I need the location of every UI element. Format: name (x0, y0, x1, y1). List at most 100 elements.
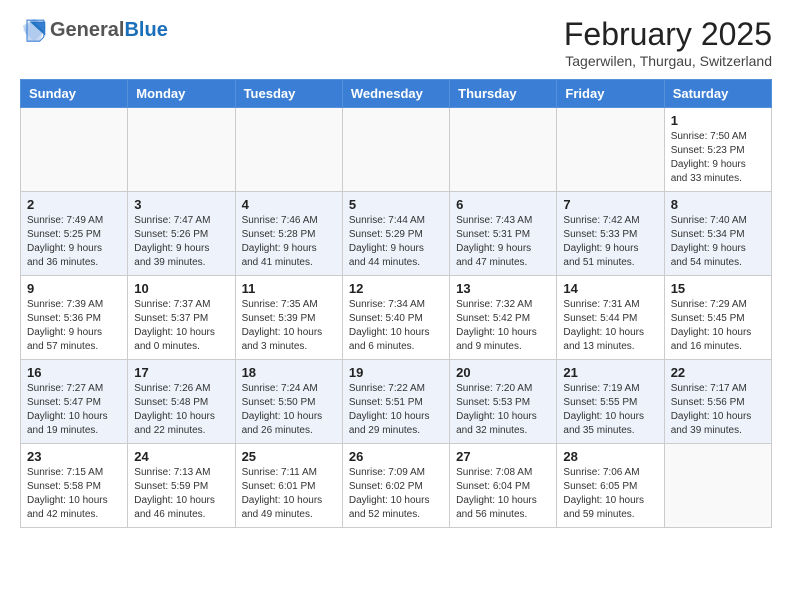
day-info: Sunrise: 7:50 AM Sunset: 5:23 PM Dayligh… (671, 130, 765, 186)
day-info: Sunrise: 7:34 AM Sunset: 5:40 PM Dayligh… (349, 298, 443, 354)
day-info: Sunrise: 7:42 AM Sunset: 5:33 PM Dayligh… (563, 214, 657, 270)
day-number: 6 (456, 197, 550, 212)
calendar-cell (664, 444, 771, 528)
day-number: 8 (671, 197, 765, 212)
calendar-week-4: 16 Sunrise: 7:27 AM Sunset: 5:47 PM Dayli… (21, 360, 772, 444)
day-info: Sunrise: 7:15 AM Sunset: 5:58 PM Dayligh… (27, 466, 121, 522)
day-number: 20 (456, 365, 550, 380)
calendar-cell: 21 Sunrise: 7:19 AM Sunset: 5:55 PM Dayli… (557, 360, 664, 444)
day-number: 25 (242, 449, 336, 464)
calendar-cell: 17Sunrise: 7:26 AM Sunset: 5:48 PM Dayli… (128, 360, 235, 444)
calendar-week-5: 23 Sunrise: 7:15 AM Sunset: 5:58 PM Dayli… (21, 444, 772, 528)
calendar-cell: 27 Sunrise: 7:08 AM Sunset: 6:04 PM Dayli… (450, 444, 557, 528)
day-info: Sunrise: 7:20 AM Sunset: 5:53 PM Dayligh… (456, 382, 550, 438)
logo-icon (20, 16, 48, 44)
day-number: 28 (563, 449, 657, 464)
day-number: 3 (134, 197, 228, 212)
day-info: Sunrise: 7:32 AM Sunset: 5:42 PM Dayligh… (456, 298, 550, 354)
day-info: Sunrise: 7:43 AM Sunset: 5:31 PM Dayligh… (456, 214, 550, 270)
calendar-header-row: Sunday Monday Tuesday Wednesday Thursday… (21, 80, 772, 108)
day-number: 2 (27, 197, 121, 212)
calendar-cell: 25 Sunrise: 7:11 AM Sunset: 6:01 PM Dayli… (235, 444, 342, 528)
day-info: Sunrise: 7:46 AM Sunset: 5:28 PM Dayligh… (242, 214, 336, 270)
calendar-cell: 14Sunrise: 7:31 AM Sunset: 5:44 PM Dayli… (557, 276, 664, 360)
logo-text: GeneralBlue (50, 19, 168, 41)
day-info: Sunrise: 7:13 AM Sunset: 5:59 PM Dayligh… (134, 466, 228, 522)
day-info: Sunrise: 7:08 AM Sunset: 6:04 PM Dayligh… (456, 466, 550, 522)
day-number: 5 (349, 197, 443, 212)
calendar-cell: 23 Sunrise: 7:15 AM Sunset: 5:58 PM Dayli… (21, 444, 128, 528)
calendar-week-3: 9 Sunrise: 7:39 AM Sunset: 5:36 PM Daylig… (21, 276, 772, 360)
calendar-cell: 15 Sunrise: 7:29 AM Sunset: 5:45 PM Dayli… (664, 276, 771, 360)
calendar-cell (342, 108, 449, 192)
day-info: Sunrise: 7:26 AM Sunset: 5:48 PM Dayligh… (134, 382, 228, 438)
day-number: 23 (27, 449, 121, 464)
calendar-cell: 4 Sunrise: 7:46 AM Sunset: 5:28 PM Daylig… (235, 192, 342, 276)
header: GeneralBlue February 2025 Tagerwilen, Th… (20, 16, 772, 69)
calendar-cell (21, 108, 128, 192)
day-number: 13 (456, 281, 550, 296)
calendar-cell: 19Sunrise: 7:22 AM Sunset: 5:51 PM Dayli… (342, 360, 449, 444)
calendar-cell: 13 Sunrise: 7:32 AM Sunset: 5:42 PM Dayli… (450, 276, 557, 360)
day-info: Sunrise: 7:35 AM Sunset: 5:39 PM Dayligh… (242, 298, 336, 354)
logo-blue: Blue (124, 19, 167, 41)
day-number: 9 (27, 281, 121, 296)
calendar-cell (557, 108, 664, 192)
calendar-cell: 16 Sunrise: 7:27 AM Sunset: 5:47 PM Dayli… (21, 360, 128, 444)
day-info: Sunrise: 7:29 AM Sunset: 5:45 PM Dayligh… (671, 298, 765, 354)
calendar-cell (235, 108, 342, 192)
calendar-cell: 20 Sunrise: 7:20 AM Sunset: 5:53 PM Dayli… (450, 360, 557, 444)
calendar-cell: 6 Sunrise: 7:43 AM Sunset: 5:31 PM Daylig… (450, 192, 557, 276)
day-info: Sunrise: 7:47 AM Sunset: 5:26 PM Dayligh… (134, 214, 228, 270)
day-info: Sunrise: 7:09 AM Sunset: 6:02 PM Dayligh… (349, 466, 443, 522)
day-number: 27 (456, 449, 550, 464)
location-subtitle: Tagerwilen, Thurgau, Switzerland (564, 53, 772, 69)
month-year-title: February 2025 (564, 16, 772, 53)
calendar-cell: 26Sunrise: 7:09 AM Sunset: 6:02 PM Dayli… (342, 444, 449, 528)
calendar-cell: 1 Sunrise: 7:50 AM Sunset: 5:23 PM Daylig… (664, 108, 771, 192)
col-friday: Friday (557, 80, 664, 108)
day-info: Sunrise: 7:19 AM Sunset: 5:55 PM Dayligh… (563, 382, 657, 438)
day-number: 1 (671, 113, 765, 128)
calendar-cell: 22Sunrise: 7:17 AM Sunset: 5:56 PM Dayli… (664, 360, 771, 444)
col-tuesday: Tuesday (235, 80, 342, 108)
day-number: 15 (671, 281, 765, 296)
logo-general: General (50, 19, 124, 41)
day-number: 12 (349, 281, 443, 296)
calendar: Sunday Monday Tuesday Wednesday Thursday… (20, 79, 772, 528)
calendar-cell (450, 108, 557, 192)
day-info: Sunrise: 7:27 AM Sunset: 5:47 PM Dayligh… (27, 382, 121, 438)
calendar-cell: 24 Sunrise: 7:13 AM Sunset: 5:59 PM Dayli… (128, 444, 235, 528)
calendar-week-1: 1 Sunrise: 7:50 AM Sunset: 5:23 PM Daylig… (21, 108, 772, 192)
day-info: Sunrise: 7:11 AM Sunset: 6:01 PM Dayligh… (242, 466, 336, 522)
day-info: Sunrise: 7:40 AM Sunset: 5:34 PM Dayligh… (671, 214, 765, 270)
day-number: 4 (242, 197, 336, 212)
day-number: 22 (671, 365, 765, 380)
day-number: 11 (242, 281, 336, 296)
page: GeneralBlue February 2025 Tagerwilen, Th… (0, 0, 792, 544)
col-monday: Monday (128, 80, 235, 108)
calendar-cell: 5Sunrise: 7:44 AM Sunset: 5:29 PM Daylig… (342, 192, 449, 276)
day-info: Sunrise: 7:22 AM Sunset: 5:51 PM Dayligh… (349, 382, 443, 438)
calendar-cell: 7 Sunrise: 7:42 AM Sunset: 5:33 PM Daylig… (557, 192, 664, 276)
calendar-cell: 10 Sunrise: 7:37 AM Sunset: 5:37 PM Dayli… (128, 276, 235, 360)
calendar-cell: 3 Sunrise: 7:47 AM Sunset: 5:26 PM Daylig… (128, 192, 235, 276)
col-thursday: Thursday (450, 80, 557, 108)
day-info: Sunrise: 7:24 AM Sunset: 5:50 PM Dayligh… (242, 382, 336, 438)
calendar-cell: 12 Sunrise: 7:34 AM Sunset: 5:40 PM Dayli… (342, 276, 449, 360)
day-info: Sunrise: 7:06 AM Sunset: 6:05 PM Dayligh… (563, 466, 657, 522)
logo: GeneralBlue (20, 16, 168, 44)
day-number: 24 (134, 449, 228, 464)
calendar-cell: 8 Sunrise: 7:40 AM Sunset: 5:34 PM Daylig… (664, 192, 771, 276)
day-info: Sunrise: 7:31 AM Sunset: 5:44 PM Dayligh… (563, 298, 657, 354)
day-number: 21 (563, 365, 657, 380)
day-info: Sunrise: 7:39 AM Sunset: 5:36 PM Dayligh… (27, 298, 121, 354)
col-wednesday: Wednesday (342, 80, 449, 108)
calendar-cell: 9 Sunrise: 7:39 AM Sunset: 5:36 PM Daylig… (21, 276, 128, 360)
day-number: 10 (134, 281, 228, 296)
day-info: Sunrise: 7:37 AM Sunset: 5:37 PM Dayligh… (134, 298, 228, 354)
col-saturday: Saturday (664, 80, 771, 108)
day-number: 16 (27, 365, 121, 380)
day-number: 7 (563, 197, 657, 212)
col-sunday: Sunday (21, 80, 128, 108)
